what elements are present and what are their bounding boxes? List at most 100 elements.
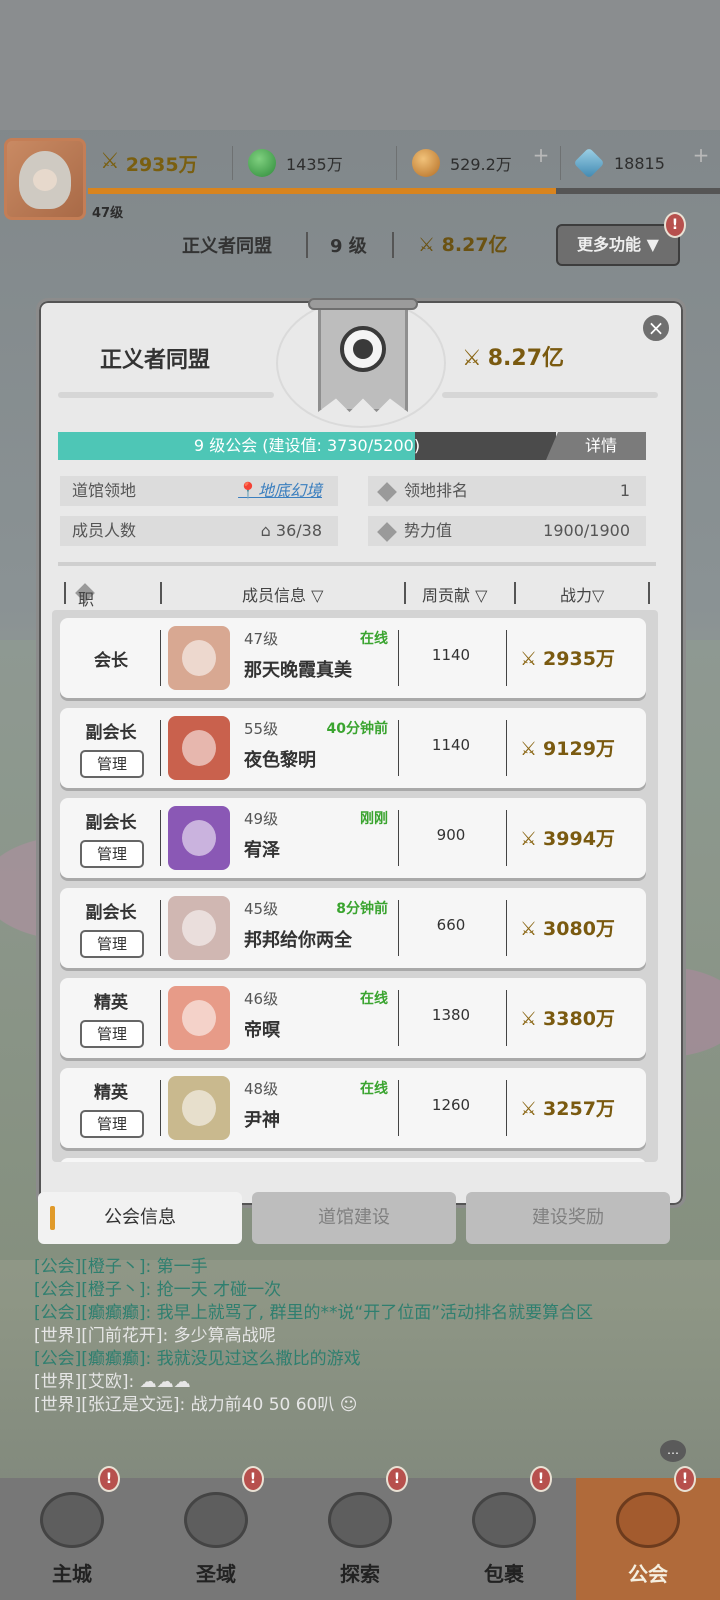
member-name: 夜色黎明 bbox=[244, 750, 316, 771]
power-column-header[interactable]: 战力▽ bbox=[560, 582, 604, 606]
member-power: ⚔ 2935万 bbox=[520, 648, 615, 670]
swords-icon: ⚔ bbox=[520, 1098, 538, 1120]
divider bbox=[306, 232, 308, 258]
guild-name: 正义者同盟 bbox=[100, 348, 211, 373]
guild-header-power: ⚔ 8.27亿 bbox=[418, 234, 508, 256]
tab-guild-info[interactable]: 公会信息 bbox=[38, 1192, 242, 1244]
alert-badge-icon: ! bbox=[530, 1466, 552, 1492]
member-card[interactable]: 副会长 管理 49级 刚刚 宥泽 900 ⚔ 3994万 bbox=[60, 798, 646, 878]
nav-icon bbox=[616, 1492, 680, 1548]
member-card[interactable]: 精英 管理 46级 在线 帝暝 1380 ⚔ 3380万 bbox=[60, 978, 646, 1058]
member-table-header: 职位 成员信息 ▽ 周贡献 ▽ 战力▽ bbox=[60, 578, 656, 633]
player-power: ⚔ 2935万 bbox=[100, 149, 198, 176]
tab-gym-construction[interactable]: 道馆建设 bbox=[252, 1192, 456, 1244]
member-card[interactable]: 副会长 管理 45级 8分钟前 邦邦给你两全 660 ⚔ 3080万 bbox=[60, 888, 646, 968]
member-role: 精英 bbox=[94, 1083, 128, 1103]
chat-bubble-icon[interactable]: … bbox=[660, 1440, 686, 1462]
nav-label: 探索 bbox=[340, 1562, 380, 1586]
detail-button[interactable]: 详情 bbox=[546, 432, 646, 460]
member-weekly-contribution: 900 bbox=[436, 826, 466, 844]
member-weekly-contribution: 660 bbox=[436, 916, 466, 934]
manage-button[interactable]: 管理 bbox=[80, 1020, 144, 1048]
alert-badge-icon: ! bbox=[674, 1466, 696, 1492]
diamond-currency: 18815 bbox=[573, 146, 665, 180]
member-power: ⚔ 3994万 bbox=[520, 828, 615, 850]
member-role: 副会长 bbox=[85, 903, 137, 923]
member-weekly-contribution: 1140 bbox=[431, 646, 471, 664]
manage-button[interactable]: 管理 bbox=[80, 840, 144, 868]
chat-message: [公会][橙子丶]: 第一手 bbox=[34, 1257, 208, 1277]
member-name: 尹神 bbox=[244, 1110, 280, 1131]
nav-item[interactable]: ! 主城 bbox=[0, 1466, 144, 1600]
member-role: 精英 bbox=[94, 993, 128, 1013]
chat-message: [公会][橙子丶]: 抢一天 才碰一次 bbox=[34, 1280, 282, 1300]
green-currency: 1435万 bbox=[248, 146, 343, 180]
influence-row: 势力值 1900/1900 bbox=[368, 516, 646, 546]
guild-header-name: 正义者同盟 bbox=[182, 236, 272, 257]
nav-label: 圣域 bbox=[196, 1562, 236, 1586]
manage-button[interactable]: 管理 bbox=[80, 1110, 144, 1138]
swords-icon: ⚔ bbox=[520, 828, 538, 850]
member-power: ⚔ 9129万 bbox=[520, 738, 615, 760]
manage-button[interactable]: 管理 bbox=[80, 930, 144, 958]
swords-icon: ⚔ bbox=[520, 1008, 538, 1030]
more-functions-button[interactable]: 更多功能 ▼ bbox=[556, 224, 680, 266]
nav-item[interactable]: ! 探索 bbox=[288, 1466, 432, 1600]
gold-coin-icon bbox=[412, 149, 440, 177]
member-level: 48级 bbox=[244, 1080, 279, 1098]
members-row: 成员人数 ⌂ 36/38 bbox=[60, 516, 338, 546]
member-role: 副会长 bbox=[85, 813, 137, 833]
add-diamond-icon[interactable]: + bbox=[690, 144, 712, 166]
member-card[interactable]: 会长 47级 在线 那天晚霞真美 1140 ⚔ 2935万 bbox=[60, 618, 646, 698]
territory-link[interactable]: 📍地底幻境 bbox=[238, 476, 322, 506]
member-name: 帝暝 bbox=[244, 1020, 280, 1041]
chat-message: [世界][门前花开]: 多少算高战呢 bbox=[34, 1326, 276, 1346]
diamond-icon bbox=[573, 147, 605, 179]
xp-bar bbox=[88, 188, 720, 194]
chat-message: [公会][癫癫癫]: 我早上就骂了, 群里的**说“开了位面”活动排名就要算合区 bbox=[34, 1303, 594, 1323]
member-info-column-header[interactable]: 成员信息 ▽ bbox=[242, 582, 323, 606]
divider bbox=[396, 146, 397, 180]
swords-icon: ⚔ bbox=[418, 234, 442, 256]
player-avatar[interactable] bbox=[4, 138, 86, 220]
member-power: ⚔ 3080万 bbox=[520, 918, 615, 940]
close-icon[interactable]: × bbox=[640, 312, 672, 344]
weekly-contribution-column-header[interactable]: 周贡献 ▽ bbox=[422, 582, 487, 606]
resource-bar: 47级 ⚔ 2935万 1435万 529.2万 + 18815 + bbox=[0, 138, 720, 221]
member-status: 在线 bbox=[360, 1081, 388, 1097]
member-card[interactable]: 精英 管理 48级 在线 尹神 1260 ⚔ 3257万 bbox=[60, 1068, 646, 1148]
alert-badge-icon: ! bbox=[664, 212, 686, 238]
member-avatar[interactable] bbox=[168, 806, 230, 870]
guild-level-text: 9 级公会 (建设值: 3730/5200) bbox=[193, 436, 421, 455]
member-name: 那天晚霞真美 bbox=[244, 660, 352, 681]
divider bbox=[398, 990, 399, 1046]
member-card[interactable]: 副会长 管理 55级 40分钟前 夜色黎明 1140 ⚔ 9129万 bbox=[60, 708, 646, 788]
member-avatar[interactable] bbox=[168, 986, 230, 1050]
member-card[interactable] bbox=[60, 1158, 646, 1162]
member-power: ⚔ 3257万 bbox=[520, 1098, 615, 1120]
nav-item[interactable]: ! 圣域 bbox=[144, 1466, 288, 1600]
nav-item[interactable]: ! 包裹 bbox=[432, 1466, 576, 1600]
add-gold-icon[interactable]: + bbox=[530, 144, 552, 166]
member-avatar[interactable] bbox=[168, 716, 230, 780]
member-list[interactable]: 会长 47级 在线 那天晚霞真美 1140 ⚔ 2935万 副会长 管理 55级 40分钟前 夜色黎明… bbox=[52, 610, 658, 1162]
chat-message: [世界][艾欧]: ☁☁☁ bbox=[34, 1372, 191, 1392]
member-avatar[interactable] bbox=[168, 896, 230, 960]
tab-construction-rewards[interactable]: 建设奖励 bbox=[466, 1192, 670, 1244]
nav-item[interactable]: ! 公会 bbox=[576, 1466, 720, 1600]
sun-emblem-icon bbox=[340, 326, 386, 372]
member-level: 45级 bbox=[244, 900, 279, 918]
chat-feed[interactable]: [公会][橙子丶]: 第一手 [公会][橙子丶]: 抢一天 才碰一次 [公会][癫癫… bbox=[34, 1256, 714, 1417]
divider bbox=[506, 810, 507, 866]
alert-badge-icon: ! bbox=[98, 1466, 120, 1492]
divider bbox=[398, 810, 399, 866]
house-icon: ⌂ bbox=[260, 521, 276, 540]
swords-icon: ⚔ bbox=[100, 149, 120, 174]
banner-rod bbox=[308, 298, 418, 310]
nav-icon bbox=[328, 1492, 392, 1548]
member-avatar[interactable] bbox=[168, 1076, 230, 1140]
territory-row: 道馆领地 📍地底幻境 bbox=[60, 476, 338, 506]
divider bbox=[506, 720, 507, 776]
manage-button[interactable]: 管理 bbox=[80, 750, 144, 778]
member-avatar[interactable] bbox=[168, 626, 230, 690]
